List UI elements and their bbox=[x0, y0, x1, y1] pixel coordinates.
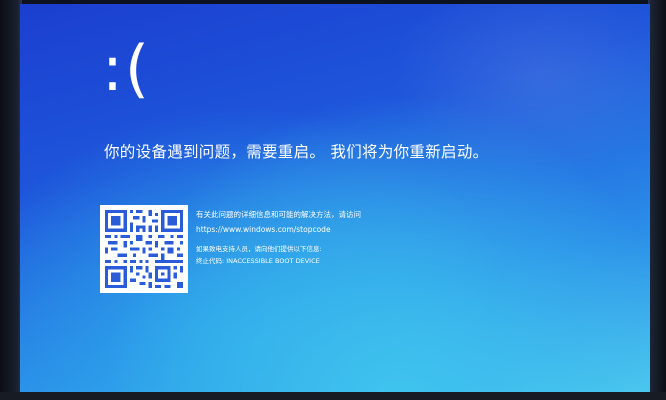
sad-face-emoticon: :( bbox=[102, 32, 152, 105]
qr-code-graphic bbox=[105, 210, 183, 288]
stop-code: 终止代码: INACCESSIBLE BOOT DEVICE bbox=[196, 256, 320, 265]
info-block: 有关此问题的详细信息和可能的解决方法，请访问 https://www.windo… bbox=[196, 210, 361, 266]
info-line: 有关此问题的详细信息和可能的解决方法，请访问 bbox=[196, 210, 361, 219]
qr-code-icon bbox=[100, 205, 188, 293]
stopcode-url[interactable]: https://www.windows.com/stopcode bbox=[196, 225, 361, 234]
monitor-bezel-bottom bbox=[0, 392, 666, 400]
blue-screen: :( 你的设备遇到问题，需要重启。 我们将为你重新启动。 有关此问题的详细信息和… bbox=[20, 4, 650, 392]
monitor-bezel-right bbox=[648, 0, 666, 400]
support-line: 如果致电支持人员，请向他们提供以下信息: bbox=[196, 245, 322, 253]
monitor-bezel-left bbox=[0, 0, 22, 400]
error-headline: 你的设备遇到问题，需要重启。 我们将为你重新启动。 bbox=[104, 143, 489, 161]
